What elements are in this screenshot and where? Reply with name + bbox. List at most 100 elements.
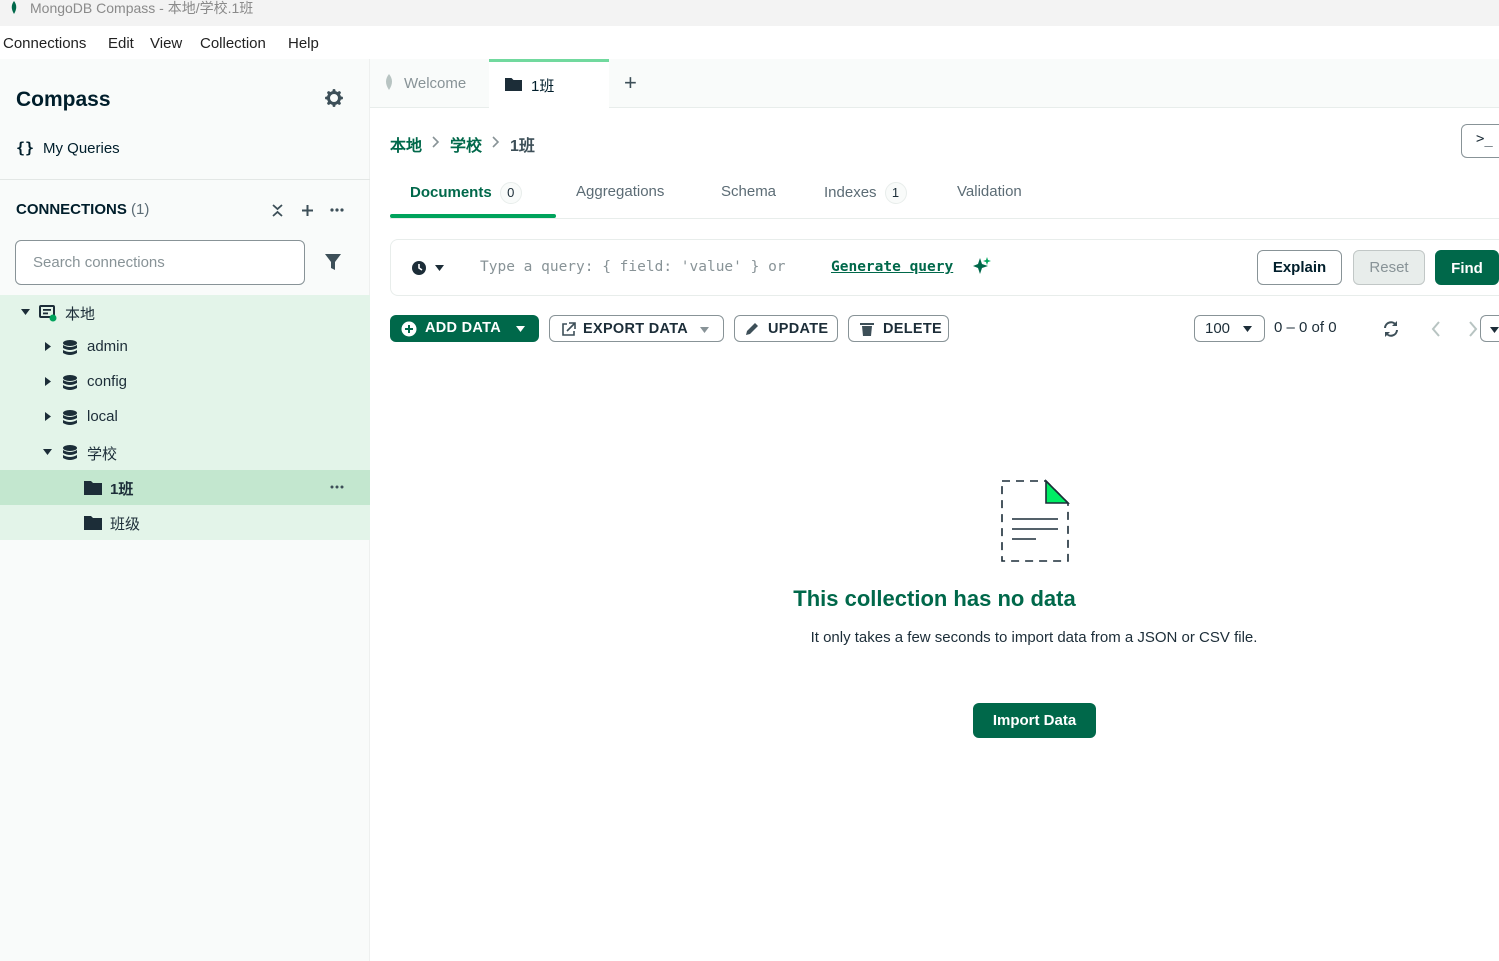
tree-db-config[interactable]: config [0,365,370,400]
page-size-value: 100 [1205,320,1231,337]
refresh-icon[interactable] [1382,320,1400,338]
tree-db-local[interactable]: local [0,400,370,435]
database-icon [63,340,77,355]
sparkle-icon [973,257,991,274]
folder-icon [505,78,522,91]
terminal-icon: >_ [1476,131,1493,147]
tree-connection-label: 本地 [65,306,96,323]
window-title: MongoDB Compass - 本地/学校.1班 [30,0,254,16]
tab-aggregations[interactable]: Aggregations [576,183,664,200]
documents-count-badge: 0 [499,182,522,204]
database-icon [63,410,77,425]
collection-subtabs: Documents 0 Aggregations Schema Indexes 1 … [390,174,1499,219]
tree-db-school[interactable]: 学校 [0,435,370,470]
sidebar-title: Compass [16,88,111,111]
connections-count: (1) [131,201,150,218]
export-icon [562,322,576,336]
breadcrumb-connection[interactable]: 本地 [390,132,422,156]
ellipsis-icon[interactable] [330,208,344,212]
document-actions-bar: ADD DATA EXPORT DATA UPDATE DELETE 100 0… [390,315,1499,343]
folder-icon [84,481,102,495]
tab-collection[interactable]: 1班 [489,59,609,109]
empty-state-description: It only takes a few seconds to import da… [810,629,1258,646]
tree-collection-label: 1班 [110,481,134,498]
tree-collection-selected[interactable]: 1班 [0,470,370,505]
export-data-label: EXPORT DATA [583,321,689,337]
menu-view[interactable]: View [150,35,182,52]
find-button[interactable]: Find [1435,250,1499,285]
tree-db-label: local [87,408,118,425]
gear-icon[interactable] [325,89,343,107]
explain-button[interactable]: Explain [1257,250,1342,285]
tree-collection-label: 班级 [110,516,141,533]
query-input-placeholder[interactable]: Type a query: { field: 'value' } or [480,259,786,275]
caret-down-icon [1490,327,1499,333]
mongodb-leaf-icon [11,1,17,14]
update-button[interactable]: UPDATE [734,315,838,342]
filter-icon[interactable] [325,254,341,271]
tree-collection[interactable]: 班级 [0,505,370,540]
breadcrumb-collection: 1班 [510,138,535,155]
tab-documents[interactable]: Documents 0 [410,182,522,204]
connection-tree: 本地 admin config local 学校 1班 班级 [0,295,370,540]
chevron-left-icon[interactable] [1431,321,1441,337]
caret-right-icon[interactable] [45,377,51,386]
pencil-icon [746,323,758,335]
my-queries-label: My Queries [43,140,120,157]
plus-icon[interactable] [301,204,314,217]
tab-indexes-label: Indexes [824,184,877,201]
window-titlebar: MongoDB Compass - 本地/学校.1班 [0,0,1499,26]
new-tab-plus-icon[interactable]: + [624,72,637,94]
breadcrumb-database[interactable]: 学校 [450,132,482,156]
page-size-select[interactable]: 100 [1194,315,1265,342]
clock-icon [412,261,426,275]
chevron-right-icon [492,136,500,148]
search-connections[interactable] [15,240,305,285]
tab-schema[interactable]: Schema [721,183,776,200]
search-connections-input[interactable] [16,241,304,284]
menu-collection[interactable]: Collection [200,35,266,52]
collapse-all-icon[interactable] [271,204,284,217]
view-toggle-button[interactable] [1480,315,1499,342]
tab-documents-label: Documents [410,184,492,201]
active-tab-indicator [390,214,556,218]
import-data-button[interactable]: Import Data [973,703,1096,738]
generate-query-link[interactable]: Generate query [831,259,953,275]
empty-document-icon [1001,479,1070,562]
trash-icon [860,323,874,336]
caret-down-icon [700,327,709,333]
caret-down-icon[interactable] [21,309,30,315]
mongodb-leaf-icon [386,74,392,90]
plus-circle-icon [401,321,417,337]
menu-bar: Connections Edit View Collection Help [0,26,1499,59]
connections-header: CONNECTIONS (1) [16,201,149,218]
caret-right-icon[interactable] [45,412,51,421]
tab-welcome-label: Welcome [404,75,467,92]
tree-db-label: 学校 [87,446,118,463]
reset-button[interactable]: Reset [1353,250,1425,285]
add-data-button[interactable]: ADD DATA [390,315,539,342]
braces-icon: {} [16,139,35,157]
delete-button[interactable]: DELETE [848,315,949,342]
menu-edit[interactable]: Edit [108,35,134,52]
caret-down-icon [435,265,444,271]
tab-collection-label: 1班 [531,78,555,95]
tab-indexes[interactable]: Indexes 1 [824,182,907,204]
database-icon [63,445,77,460]
caret-down-icon [1243,326,1252,332]
caret-right-icon[interactable] [45,342,51,351]
query-bar: Type a query: { field: 'value' } or Gene… [390,239,1499,296]
add-data-label: ADD DATA [425,320,501,336]
tab-validation[interactable]: Validation [957,183,1022,200]
sidebar: Compass {} My Queries CONNECTIONS (1) Se… [0,59,370,961]
tree-connection-local[interactable]: 本地 [0,295,370,330]
ellipsis-icon[interactable] [330,485,344,489]
menu-help[interactable]: Help [288,35,319,52]
caret-down-icon[interactable] [43,449,52,455]
export-data-button[interactable]: EXPORT DATA [549,315,724,342]
shell-toggle-button[interactable]: >_ [1461,124,1499,158]
tab-welcome[interactable]: Welcome [370,59,488,108]
menu-connections[interactable]: Connections [3,35,86,52]
tree-db-admin[interactable]: admin [0,330,370,365]
chevron-right-icon[interactable] [1468,321,1478,337]
